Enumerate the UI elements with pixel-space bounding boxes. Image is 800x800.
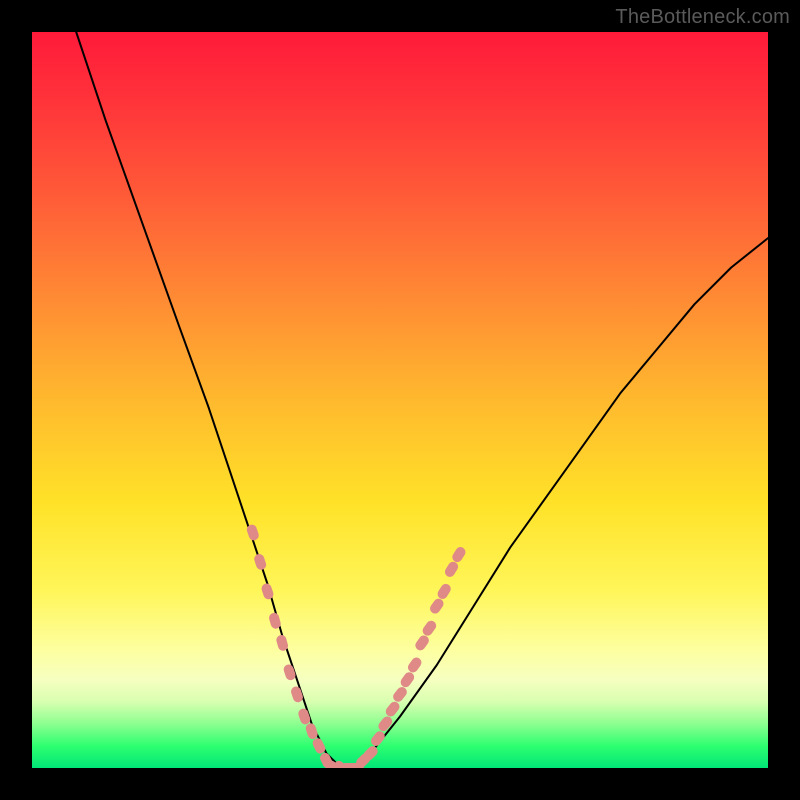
marker-pill	[406, 656, 423, 675]
marker-pill	[282, 663, 297, 681]
marker-pill	[413, 633, 430, 652]
chart-svg	[32, 32, 768, 768]
chart-frame: TheBottleneck.com	[0, 0, 800, 800]
marker-pill	[376, 714, 394, 733]
marker-pill	[297, 707, 312, 725]
marker-pill	[428, 597, 445, 616]
marker-pill	[450, 545, 467, 564]
marker-pill	[311, 737, 327, 756]
watermark-text: TheBottleneck.com	[615, 6, 790, 29]
marker-pill	[399, 670, 416, 689]
marker-pill	[421, 619, 438, 638]
marker-pill	[384, 700, 402, 719]
marker-pill	[304, 722, 319, 740]
plot-area	[32, 32, 768, 768]
marker-pill	[369, 729, 387, 748]
marker-pill	[436, 582, 453, 601]
bottleneck-curve	[76, 32, 768, 768]
marker-pill	[443, 560, 460, 579]
marker-pill	[253, 553, 268, 571]
marker-pill	[391, 685, 409, 704]
marker-pill	[290, 685, 305, 703]
highlighted-points	[246, 523, 468, 768]
marker-pill	[260, 582, 275, 600]
